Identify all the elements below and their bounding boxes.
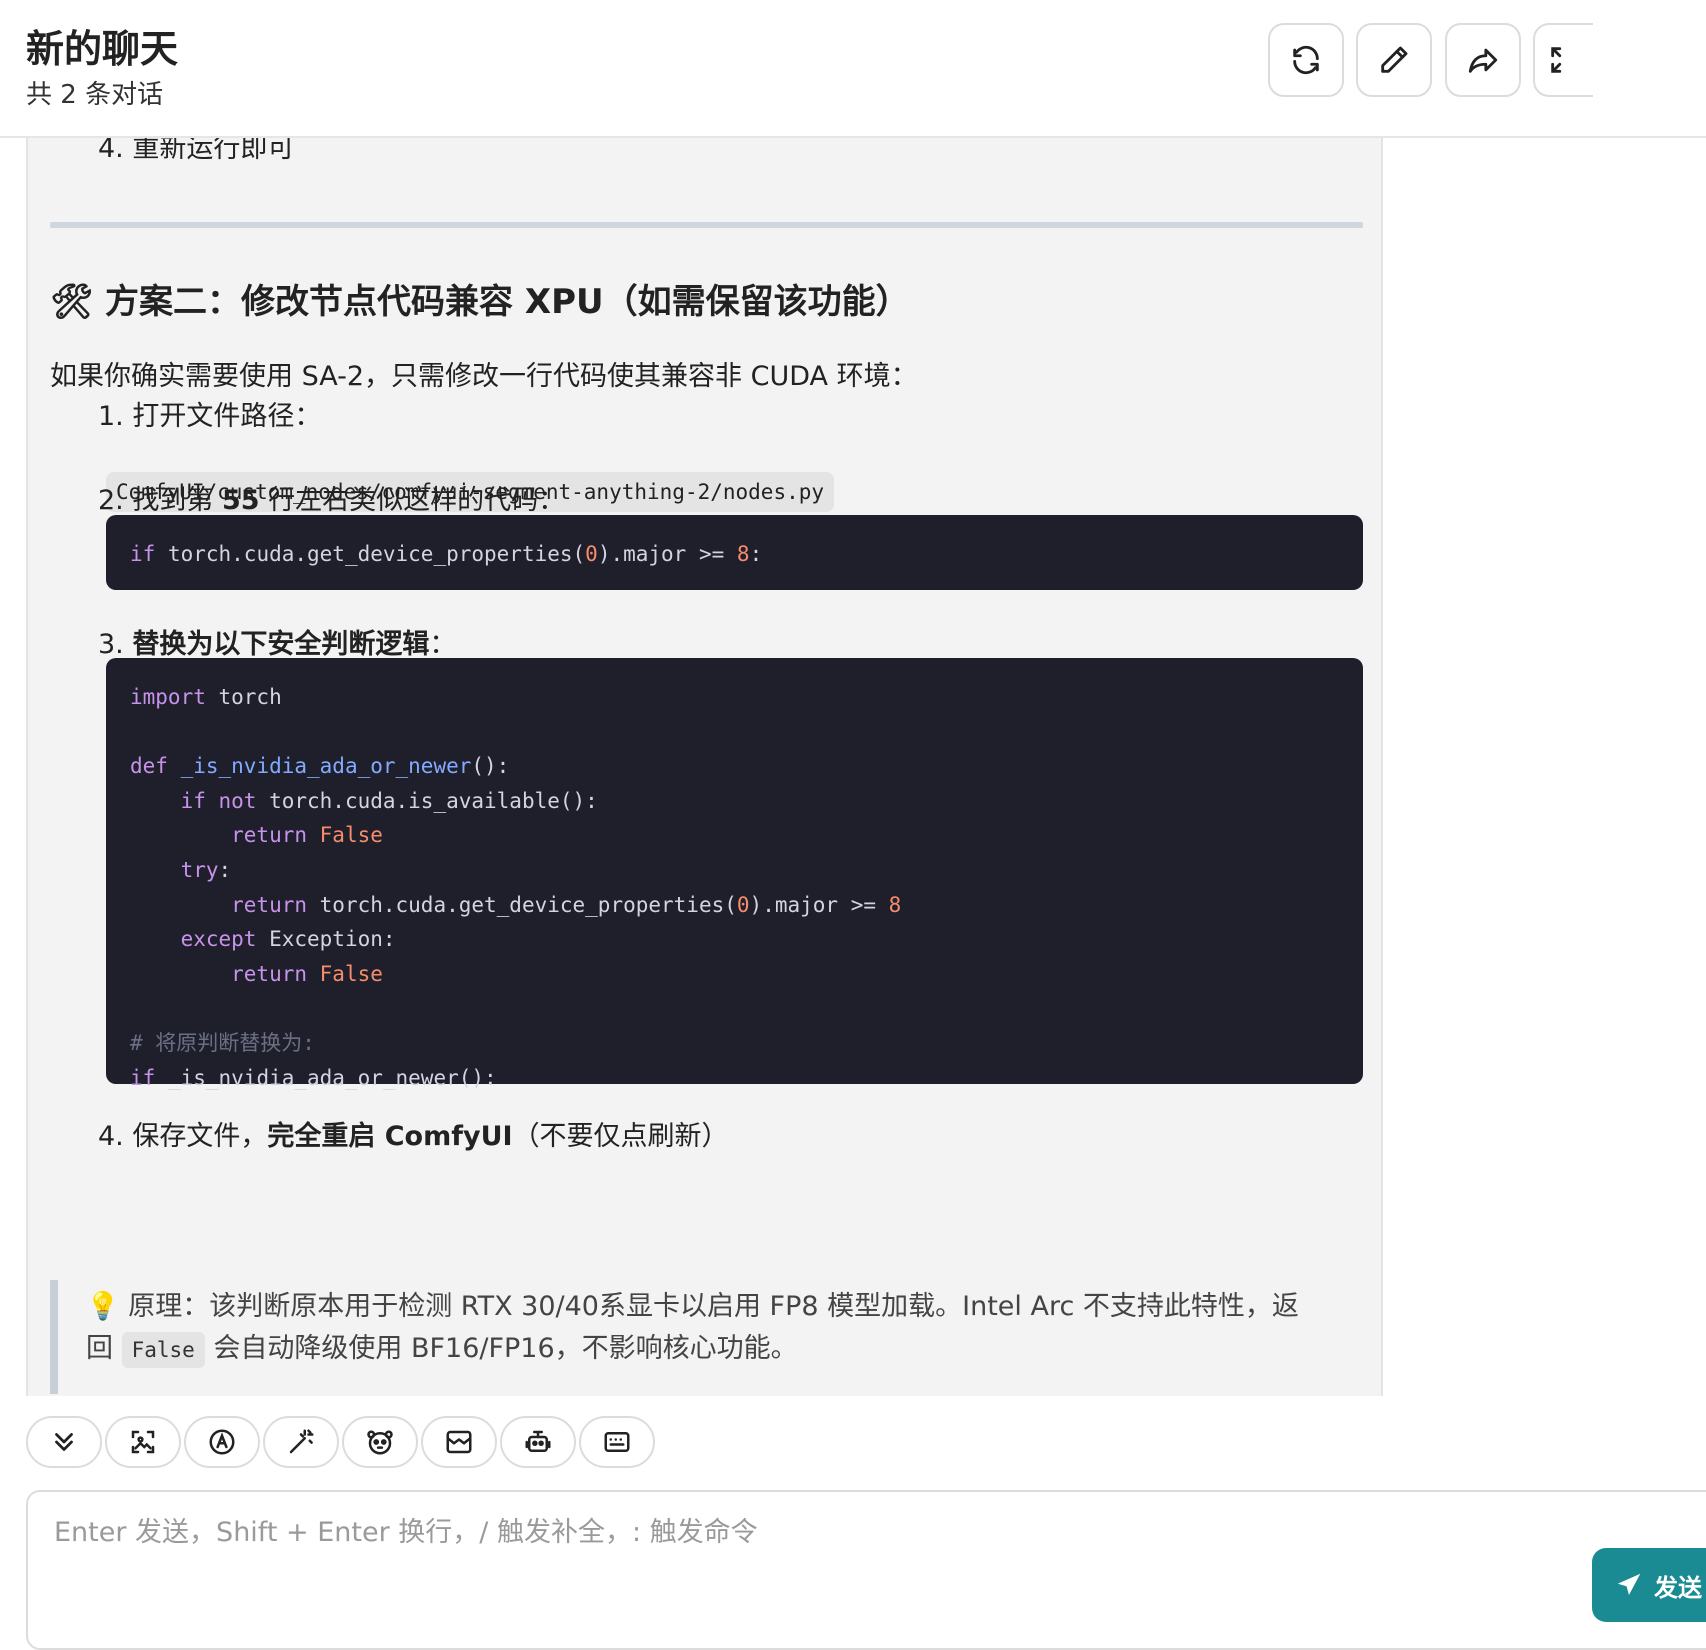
- keyboard-icon: [604, 1432, 630, 1452]
- section-heading: 🛠 方案二：修改节点代码兼容 XPU（如需保留该功能）: [50, 274, 910, 323]
- refresh-icon: [1293, 45, 1319, 75]
- image-scan-icon: [131, 1430, 155, 1454]
- intro-paragraph: 如果你确实需要使用 SA-2，只需修改一行代码使其兼容非 CUDA 环境：: [50, 361, 918, 392]
- section-heading-text: 方案二：修改节点代码兼容 XPU（如需保留该功能）: [105, 282, 910, 322]
- robot-button[interactable]: [500, 1416, 576, 1468]
- pencil-icon: [1381, 46, 1408, 73]
- refresh-button[interactable]: [1268, 23, 1344, 97]
- divider: [50, 222, 1363, 228]
- mask-button[interactable]: [342, 1416, 418, 1468]
- code-block[interactable]: if torch.cuda.get_device_properties(0).m…: [106, 515, 1363, 590]
- lightbulb-icon: 💡: [86, 1291, 120, 1322]
- share-icon: [1468, 48, 1498, 73]
- inbox-icon: [446, 1430, 472, 1454]
- mail-button[interactable]: [421, 1416, 497, 1468]
- prompt-button[interactable]: [263, 1416, 339, 1468]
- robot-icon: [525, 1430, 551, 1452]
- auto-theme-icon: [209, 1429, 235, 1455]
- inline-code: False: [121, 1332, 205, 1368]
- send-button[interactable]: 发送: [1592, 1548, 1706, 1622]
- send-label: 发送: [1654, 1573, 1702, 1602]
- magic-wand-icon: [289, 1429, 314, 1454]
- chat-message-area: 4. 重新运行即可 🛠 方案二：修改节点代码兼容 XPU（如需保留该功能） 如果…: [26, 138, 1383, 1396]
- code-block[interactable]: import torch def _is_nvidia_ada_or_newer…: [106, 658, 1363, 1090]
- edit-button[interactable]: [1356, 23, 1432, 97]
- message-input[interactable]: [54, 1510, 1554, 1610]
- panda-mask-icon: [367, 1430, 393, 1455]
- message-input-container: [26, 1490, 1706, 1650]
- list-item: 4. 重新运行即可: [98, 138, 295, 164]
- list-item: 3. 替换为以下安全判断逻辑：: [98, 629, 457, 660]
- double-chevron-down-icon: [55, 1433, 73, 1451]
- theme-button[interactable]: [184, 1416, 260, 1468]
- chat-title: 新的聊天: [26, 27, 179, 71]
- fullscreen-icon: [1551, 47, 1562, 73]
- blockquote: 💡 原理：该判断原本用于检测 RTX 30/40系显卡以启用 FP8 模型加载。…: [50, 1280, 1363, 1394]
- list-item: 2. 找到第 55 行左右类似这样的代码：: [98, 485, 566, 516]
- chat-header: 新的聊天 共 2 条对话: [0, 0, 1706, 138]
- fullscreen-button[interactable]: [1533, 23, 1593, 97]
- image-upload-button[interactable]: [105, 1416, 181, 1468]
- list-item: 4. 保存文件，完全重启 ComfyUI（不要仅点刷新）: [98, 1121, 729, 1152]
- list-item: 1. 打开文件路径：: [98, 401, 322, 432]
- tools-icon: 🛠: [50, 282, 94, 322]
- send-icon: [1617, 1573, 1641, 1595]
- keyboard-button[interactable]: [579, 1416, 655, 1468]
- chat-subtitle: 共 2 条对话: [26, 80, 164, 110]
- scroll-bottom-button[interactable]: [26, 1416, 102, 1468]
- share-button[interactable]: [1445, 23, 1521, 97]
